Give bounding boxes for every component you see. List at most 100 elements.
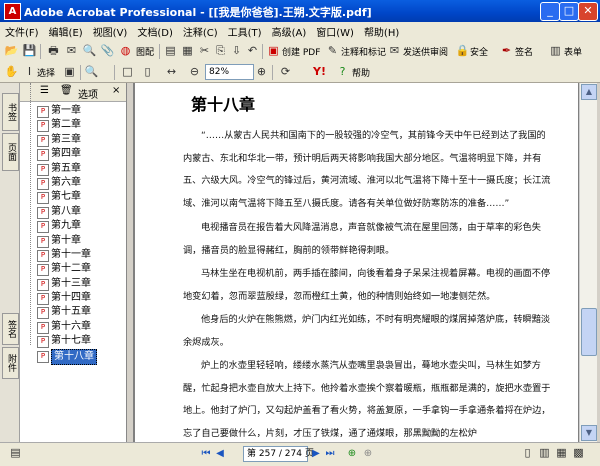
- send-review-button[interactable]: 发送供审阅: [403, 45, 448, 58]
- copy-icon[interactable]: ⎘: [213, 44, 228, 58]
- secure-button[interactable]: 安全: [470, 45, 488, 58]
- back-view-icon[interactable]: ⊕: [346, 447, 358, 460]
- pdf-page: 第十八章 “……从蒙古人民共和国南下的一股较强的冷空气，其前锋今天中午已经到达了…: [135, 83, 578, 442]
- open-icon[interactable]: 📂: [4, 44, 19, 58]
- close-button[interactable]: ✕: [578, 2, 598, 21]
- help-icon[interactable]: ?: [335, 65, 350, 79]
- hand-tool-icon[interactable]: ✋: [4, 65, 19, 79]
- yahoo-icon[interactable]: Y!: [312, 65, 327, 79]
- zoom-out-icon[interactable]: ⊖: [187, 65, 202, 79]
- bookmark-item[interactable]: P 第二章: [20, 118, 126, 133]
- forms-button[interactable]: 表单: [564, 45, 582, 58]
- create-pdf-button[interactable]: 创建 PDF: [282, 45, 320, 58]
- organize-icon[interactable]: ◍: [118, 44, 133, 58]
- options-menu[interactable]: 选项: [78, 86, 98, 101]
- menu-file[interactable]: 文件(F): [0, 22, 44, 41]
- continuous-facing-icon[interactable]: ▩: [571, 446, 586, 460]
- bookmark-item[interactable]: P 第九章: [20, 219, 126, 234]
- maximize-button[interactable]: □: [559, 2, 579, 21]
- forward-view-icon[interactable]: ⊕: [362, 447, 374, 460]
- bookmark-item[interactable]: P 第十一章: [20, 248, 126, 262]
- bookmark-item[interactable]: P 第十七章: [20, 334, 126, 349]
- actual-size-icon[interactable]: □: [120, 65, 135, 79]
- send-review-icon[interactable]: ✉: [387, 44, 402, 58]
- bookmark-item[interactable]: P 第四章: [20, 147, 126, 162]
- zoom-level-field[interactable]: 82%: [205, 64, 254, 80]
- create-pdf-icon[interactable]: ▣: [266, 44, 281, 58]
- bookmark-item[interactable]: P 第一章: [20, 104, 126, 118]
- tab-bookmarks[interactable]: 书签: [2, 93, 19, 131]
- menu-advanced[interactable]: 高级(A): [267, 22, 312, 41]
- close-panel-icon[interactable]: ×: [112, 85, 120, 96]
- menu-comments[interactable]: 注释(C): [178, 22, 223, 41]
- bookmark-item[interactable]: P 第十章: [20, 234, 126, 248]
- comment-icon[interactable]: ✎: [325, 44, 340, 58]
- page-icon[interactable]: ▤: [163, 44, 178, 58]
- menu-tools[interactable]: 工具(T): [223, 22, 267, 41]
- bookmark-item[interactable]: P 第八章: [20, 205, 126, 219]
- search-icon[interactable]: 🔍: [82, 44, 97, 58]
- scroll-thumb[interactable]: [581, 308, 597, 356]
- tab-signatures[interactable]: 签名: [2, 313, 19, 345]
- scroll-up-arrow[interactable]: ▲: [581, 84, 597, 100]
- menu-help[interactable]: 帮助(H): [359, 22, 404, 41]
- bookmark-item[interactable]: P 第十八章: [20, 348, 126, 365]
- bookmark-panel-icon[interactable]: ☰: [40, 85, 49, 96]
- rotate-icon[interactable]: ⟳: [278, 65, 293, 79]
- save-icon[interactable]: 💾: [22, 44, 37, 58]
- forms-icon[interactable]: ▥: [548, 44, 563, 58]
- bookmark-item[interactable]: P 第十三章: [20, 277, 126, 291]
- bookmark-item[interactable]: P 第十四章: [20, 291, 126, 306]
- comment-markup-button[interactable]: 注释和标记: [341, 45, 386, 58]
- next-page-icon[interactable]: ▶: [310, 447, 322, 460]
- table-icon[interactable]: ▦: [180, 44, 195, 58]
- continuous-icon[interactable]: ▥: [537, 446, 552, 460]
- last-page-icon[interactable]: ⏭: [324, 447, 336, 460]
- select-tool-icon[interactable]: Ⅰ: [22, 65, 37, 79]
- bookmark-item[interactable]: P 第十六章: [20, 320, 126, 334]
- help-button[interactable]: 帮助: [352, 66, 370, 79]
- zoom-in-icon[interactable]: 🔍: [84, 65, 99, 79]
- tab-pages[interactable]: 页面: [2, 133, 19, 171]
- scroll-down-arrow[interactable]: ▼: [581, 425, 597, 441]
- delete-bookmark-icon[interactable]: 🗑: [60, 85, 73, 96]
- page-number-field[interactable]: 第 257 / 274 页: [243, 446, 314, 462]
- menu-window[interactable]: 窗口(W): [311, 22, 359, 41]
- minimize-button[interactable]: _: [540, 2, 560, 21]
- sign-button[interactable]: 签名: [515, 45, 533, 58]
- zoom-plus-icon[interactable]: ⊕: [254, 65, 269, 79]
- export-icon[interactable]: ⇩: [229, 44, 244, 58]
- menu-edit[interactable]: 编辑(E): [44, 22, 88, 41]
- single-page-icon[interactable]: ▯: [520, 446, 535, 460]
- window-title: Adobe Acrobat Professional - [[我是你爸爸].王朔…: [24, 6, 372, 19]
- cut-icon[interactable]: ✂: [197, 44, 212, 58]
- print-icon[interactable]: 🖶: [46, 44, 61, 58]
- bookmark-item[interactable]: P 第七章: [20, 190, 126, 205]
- bookmark-item[interactable]: P 第三章: [20, 133, 126, 147]
- email-icon[interactable]: ✉: [64, 44, 79, 58]
- prev-page-icon[interactable]: ◀: [214, 447, 226, 460]
- bookmark-item[interactable]: P 第六章: [20, 176, 126, 190]
- organize-label[interactable]: 图配: [136, 45, 154, 58]
- fit-width-icon[interactable]: ↔: [164, 65, 179, 79]
- fit-page-icon[interactable]: ▯: [140, 65, 155, 79]
- first-page-icon[interactable]: ⏮: [200, 447, 212, 460]
- bookmark-item[interactable]: P 第十五章: [20, 305, 126, 320]
- undo-icon[interactable]: ↶: [245, 44, 260, 58]
- facing-icon[interactable]: ▦: [554, 446, 569, 460]
- paragraph: 他身后的火炉在熊熊燃，炉门内红光如练，不时有明亮耀眼的煤屑掉落炉底，转瞬黯淡余烬…: [183, 314, 551, 348]
- attach-icon[interactable]: 📎: [100, 44, 115, 58]
- pen-icon[interactable]: ✒: [499, 44, 514, 58]
- tab-attachments[interactable]: 附件: [2, 347, 19, 379]
- snapshot-icon[interactable]: ▣: [62, 65, 77, 79]
- lock-icon[interactable]: 🔒: [455, 44, 470, 58]
- bookmark-item[interactable]: P 第五章: [20, 162, 126, 176]
- select-tool-label[interactable]: 选择: [37, 66, 55, 79]
- vertical-scrollbar[interactable]: ▲ ▼: [579, 83, 597, 442]
- bookmark-item[interactable]: P 第十二章: [20, 262, 126, 277]
- acrobat-app-icon[interactable]: A: [4, 3, 21, 20]
- document-info-icon[interactable]: ▤: [8, 446, 23, 460]
- bookmark-label: 第十四章: [51, 292, 91, 304]
- menu-view[interactable]: 视图(V): [88, 22, 133, 41]
- menu-document[interactable]: 文档(D): [132, 22, 178, 41]
